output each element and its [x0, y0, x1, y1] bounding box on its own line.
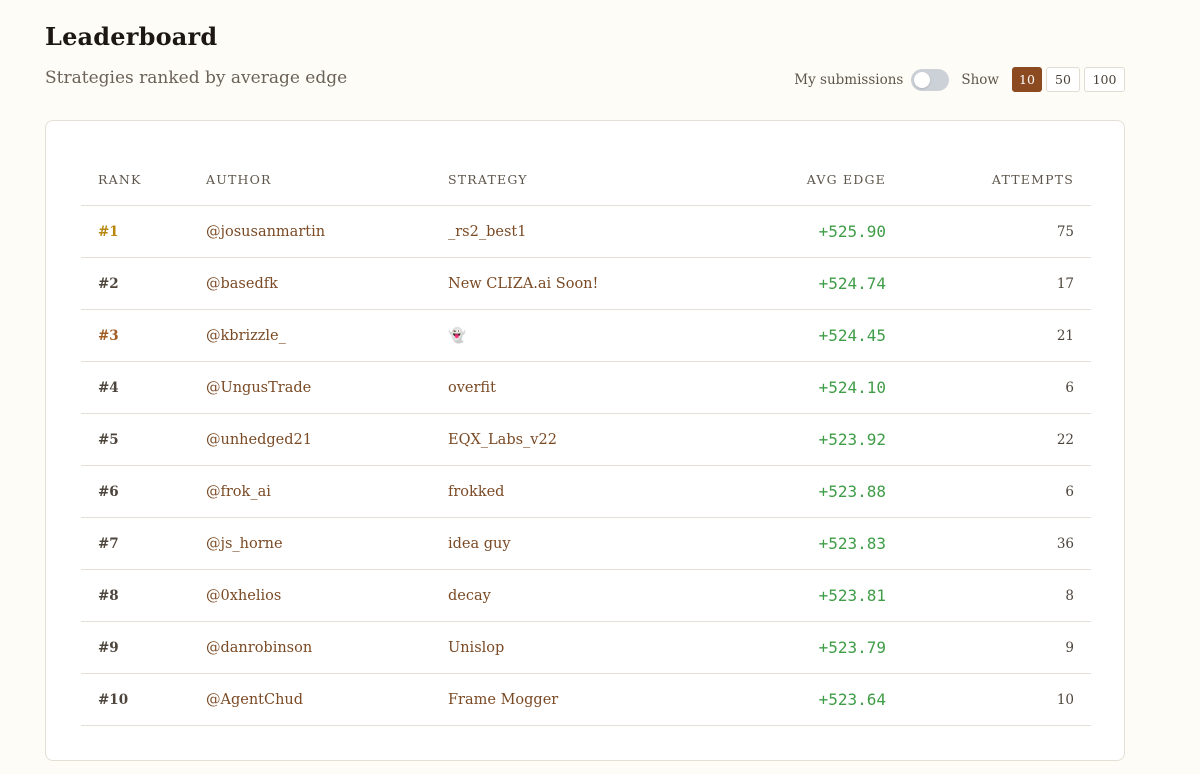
rank-cell: #3 [98, 327, 119, 344]
author-link[interactable]: @AgentChud [206, 692, 448, 708]
author-link[interactable]: @josusanmartin [206, 224, 448, 240]
avg-edge-cell: +523.83 [818, 534, 886, 553]
attempts-cell: 17 [1056, 275, 1074, 292]
column-header-attempts: ATTEMPTS [991, 171, 1074, 187]
attempts-cell: 8 [1065, 587, 1074, 604]
strategy-cell: frokked [448, 483, 505, 500]
attempts-cell: 22 [1056, 431, 1074, 448]
strategy-cell: Unislop [448, 639, 505, 656]
author-link[interactable]: @danrobinson [206, 640, 448, 656]
page-title: Leaderboard [45, 22, 218, 51]
avg-edge-cell: +523.92 [818, 430, 886, 449]
avg-edge-cell: +524.10 [818, 378, 886, 397]
leaderboard-card: RANK AUTHOR STRATEGY AVG EDGE ATTEMPTS #… [45, 120, 1125, 761]
table-row[interactable]: #7 @js_horne idea guy +523.83 36 [81, 518, 1091, 570]
rank-cell: #6 [98, 483, 119, 500]
attempts-cell: 36 [1056, 535, 1074, 552]
page-subtitle: Strategies ranked by average edge [45, 68, 348, 88]
author-link[interactable]: @UngusTrade [206, 380, 448, 396]
strategy-cell: New CLIZA.ai Soon! [448, 275, 599, 292]
page-size-50-button[interactable]: 50 [1046, 67, 1080, 92]
table-row[interactable]: #4 @UngusTrade overfit +524.10 6 [81, 362, 1091, 414]
rank-cell: #8 [98, 587, 119, 604]
table-header: RANK AUTHOR STRATEGY AVG EDGE ATTEMPTS [81, 153, 1091, 206]
column-header-rank: RANK [98, 171, 142, 187]
rank-cell: #1 [98, 223, 119, 240]
rank-cell: #2 [98, 275, 119, 292]
table-row[interactable]: #10 @AgentChud Frame Mogger +523.64 10 [81, 674, 1091, 726]
avg-edge-cell: +523.81 [818, 586, 886, 605]
attempts-cell: 75 [1056, 223, 1074, 240]
column-header-avg-edge: AVG EDGE [806, 171, 886, 187]
rank-cell: #10 [98, 691, 129, 708]
leaderboard-controls: My submissions Show 10 50 100 [794, 66, 1125, 93]
table-row[interactable]: #6 @frok_ai frokked +523.88 6 [81, 466, 1091, 518]
avg-edge-cell: +523.88 [818, 482, 886, 501]
rank-cell: #9 [98, 639, 119, 656]
my-submissions-toggle[interactable] [911, 68, 950, 91]
author-link[interactable]: @0xhelios [206, 588, 448, 604]
table-row[interactable]: #3 @kbrizzle_ 👻 +524.45 21 [81, 310, 1091, 362]
avg-edge-cell: +523.79 [818, 638, 886, 657]
my-submissions-label: My submissions [794, 71, 904, 88]
rank-cell: #7 [98, 535, 119, 552]
rank-cell: #5 [98, 431, 119, 448]
attempts-cell: 9 [1065, 639, 1074, 656]
table-row[interactable]: #9 @danrobinson Unislop +523.79 9 [81, 622, 1091, 674]
author-link[interactable]: @js_horne [206, 536, 448, 552]
author-link[interactable]: @basedfk [206, 276, 448, 292]
strategy-cell: EQX_Labs_v22 [448, 431, 557, 448]
column-header-strategy: STRATEGY [448, 171, 528, 187]
attempts-cell: 21 [1056, 327, 1074, 344]
rank-cell: #4 [98, 379, 119, 396]
avg-edge-cell: +524.45 [818, 326, 886, 345]
table-row[interactable]: #8 @0xhelios decay +523.81 8 [81, 570, 1091, 622]
author-link[interactable]: @frok_ai [206, 484, 448, 500]
page-size-100-button[interactable]: 100 [1084, 67, 1125, 92]
attempts-cell: 6 [1065, 483, 1074, 500]
strategy-cell: _rs2_best1 [448, 223, 527, 240]
strategy-cell: 👻 [448, 328, 467, 344]
column-header-author: AUTHOR [206, 171, 272, 187]
page-size-10-button[interactable]: 10 [1012, 67, 1042, 92]
author-link[interactable]: @kbrizzle_ [206, 328, 448, 344]
table-row[interactable]: #5 @unhedged21 EQX_Labs_v22 +523.92 22 [81, 414, 1091, 466]
strategy-cell: overfit [448, 379, 496, 396]
avg-edge-cell: +523.64 [818, 690, 886, 709]
strategy-cell: idea guy [448, 535, 511, 552]
table-row[interactable]: #2 @basedfk New CLIZA.ai Soon! +524.74 1… [81, 258, 1091, 310]
attempts-cell: 10 [1056, 691, 1074, 708]
leaderboard-table: RANK AUTHOR STRATEGY AVG EDGE ATTEMPTS #… [81, 153, 1091, 726]
author-link[interactable]: @unhedged21 [206, 432, 448, 448]
show-label: Show [961, 71, 999, 88]
avg-edge-cell: +525.90 [818, 222, 886, 241]
toggle-knob [914, 71, 931, 88]
strategy-cell: decay [448, 587, 491, 604]
avg-edge-cell: +524.74 [818, 274, 886, 293]
attempts-cell: 6 [1065, 379, 1074, 396]
strategy-cell: Frame Mogger [448, 691, 559, 708]
table-row[interactable]: #1 @josusanmartin _rs2_best1 +525.90 75 [81, 206, 1091, 258]
